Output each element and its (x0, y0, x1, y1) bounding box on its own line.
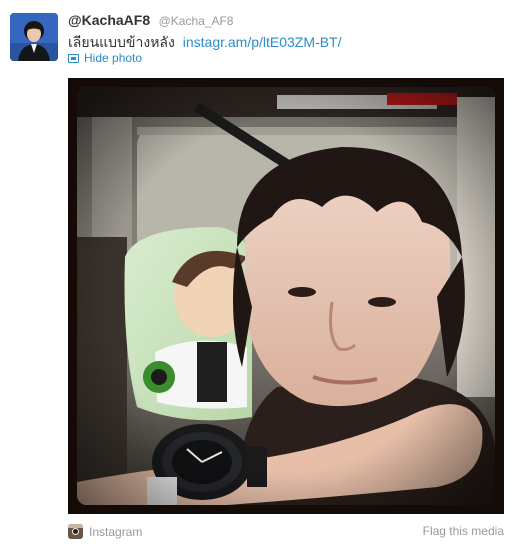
avatar-image (10, 13, 58, 61)
hide-photo-label: Hide photo (84, 51, 143, 65)
instagram-link[interactable]: instagr.am/p/ltE03ZM-BT/ (183, 34, 342, 50)
username[interactable]: @Kacha_AF8 (159, 14, 234, 28)
photo-image (77, 87, 495, 505)
tweet-header: @KachaAF8 @Kacha_AF8 (68, 12, 233, 30)
tweet-text-thai: เลียนแบบข้างหลัง (68, 34, 175, 50)
avatar[interactable] (10, 13, 58, 61)
hide-photo-button[interactable]: Hide photo (68, 51, 142, 65)
instagram-source-link[interactable]: Instagram (68, 524, 142, 539)
flag-media-link[interactable]: Flag this media (423, 524, 504, 538)
media-footer: Instagram Flag this media (68, 523, 504, 543)
photo (77, 87, 495, 505)
instagram-label: Instagram (89, 524, 143, 539)
instagram-icon (68, 524, 83, 539)
tweet: @KachaAF8 @Kacha_AF8 เลียนแบบข้างหลัง in… (0, 0, 520, 552)
photo-icon (68, 53, 79, 63)
media-frame[interactable] (68, 78, 504, 514)
display-name[interactable]: @KachaAF8 (68, 12, 150, 28)
